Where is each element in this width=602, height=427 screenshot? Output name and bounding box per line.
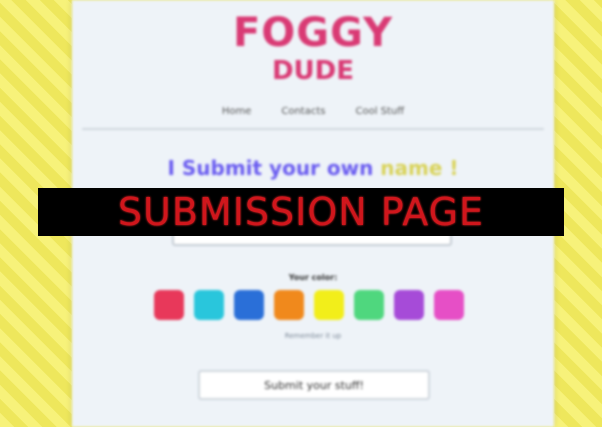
swatch-orange[interactable] (274, 290, 304, 320)
submit-button[interactable]: Submit your stuff! (198, 370, 430, 400)
nav-cool-stuff[interactable]: Cool Stuff (355, 106, 404, 117)
nav-divider (82, 128, 544, 130)
banner-text: SUBMISSION PAGE (117, 190, 485, 234)
swatch-purple[interactable] (394, 290, 424, 320)
color-label: Your color: (288, 273, 338, 282)
site-logo-top: FOGGY (232, 10, 394, 56)
site-logo-bottom: DUDE (271, 56, 355, 86)
nav-contacts[interactable]: Contacts (281, 106, 325, 117)
swatch-green[interactable] (354, 290, 384, 320)
color-hint: Remember it up (284, 332, 342, 340)
swatch-red[interactable] (154, 290, 184, 320)
top-nav: Home Contacts Cool Stuff (72, 106, 554, 117)
form-heading-main: I Submit your own (167, 156, 381, 180)
nav-home[interactable]: Home (222, 106, 252, 117)
swatch-blue[interactable] (234, 290, 264, 320)
swatch-pink[interactable] (434, 290, 464, 320)
swatch-cyan[interactable] (194, 290, 224, 320)
form-heading-tail: name ! (380, 156, 459, 180)
form-heading: I Submit your own name ! (72, 156, 554, 180)
color-swatches (154, 290, 464, 320)
submission-banner: SUBMISSION PAGE (38, 188, 564, 236)
swatch-yellow[interactable] (314, 290, 344, 320)
